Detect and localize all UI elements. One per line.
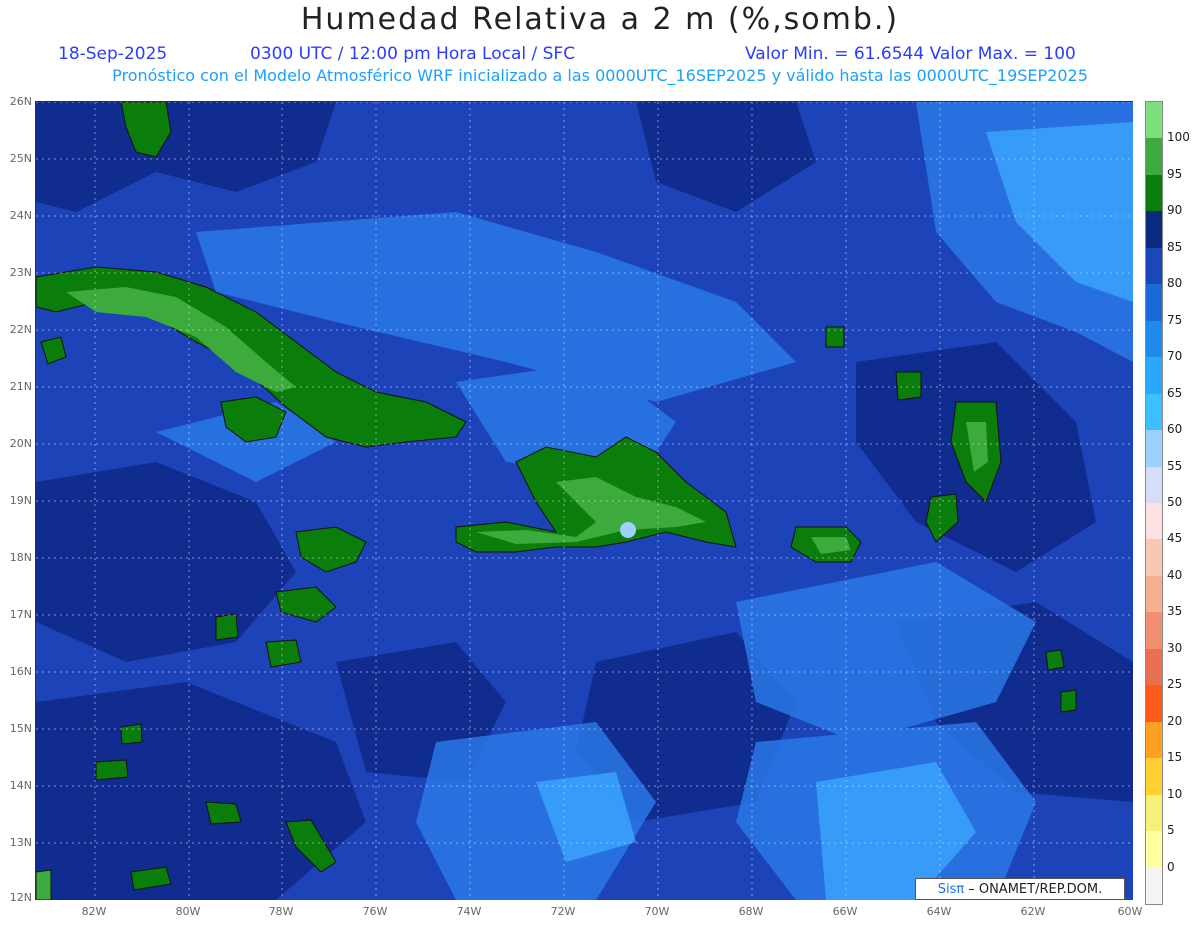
lon-label: 70W (644, 905, 670, 918)
map-canvas (36, 102, 1133, 900)
lat-label: 21N (9, 380, 32, 393)
color-legend-label: 80 (1167, 276, 1183, 291)
lat-label: 16N (9, 665, 32, 678)
lon-label: 78W (268, 905, 294, 918)
color-legend-bar (1145, 101, 1163, 905)
lat-label: 22N (9, 323, 32, 336)
color-legend-label: 5 (1167, 823, 1175, 838)
forecast-date: 18-Sep-2025 (58, 44, 168, 64)
color-legend-label: 45 (1167, 531, 1183, 546)
color-legend-swatch (1146, 320, 1162, 358)
color-legend-swatch (1146, 430, 1162, 467)
bright-spot (620, 522, 636, 538)
color-legend-swatch (1146, 247, 1162, 285)
color-legend-swatch (1146, 174, 1162, 212)
lon-label: 82W (81, 905, 107, 918)
color-legend-swatch (1146, 503, 1162, 540)
color-legend-label: 60 (1167, 422, 1183, 437)
color-legend-swatch (1146, 211, 1162, 248)
color-legend-label: 25 (1167, 677, 1183, 692)
color-legend-label: 55 (1167, 458, 1183, 473)
color-legend-label: 40 (1167, 567, 1183, 582)
color-legend-swatch (1146, 831, 1162, 868)
lat-label: 19N (9, 494, 32, 507)
lon-label: 68W (738, 905, 764, 918)
lat-label: 20N (9, 437, 32, 450)
color-legend-label: 85 (1167, 239, 1183, 254)
lat-label: 14N (9, 779, 32, 792)
lon-label: 72W (550, 905, 576, 918)
lat-label: 25N (9, 152, 32, 165)
lon-label: 80W (175, 905, 201, 918)
color-legend-swatch (1146, 612, 1162, 649)
color-legend-label: 50 (1167, 495, 1183, 509)
color-legend-label: 30 (1167, 640, 1183, 655)
credit-box: Sisπ – ONAMET/REP.DOM. (915, 878, 1125, 900)
color-legend-swatch (1146, 102, 1162, 139)
color-legend-swatch (1146, 721, 1162, 759)
color-legend-swatch (1146, 539, 1162, 576)
color-legend-swatch (1146, 758, 1162, 795)
color-legend-swatch (1146, 393, 1162, 431)
color-legend-label: 35 (1167, 604, 1183, 619)
model-info: Pronóstico con el Modelo Atmosférico WRF… (112, 66, 1088, 85)
lat-label: 15N (9, 722, 32, 735)
color-legend-label: 70 (1167, 349, 1183, 364)
color-legend-label: 20 (1167, 713, 1183, 728)
color-legend-label: 95 (1167, 166, 1183, 181)
color-legend-label: 10 (1167, 786, 1183, 801)
color-legend-swatch (1146, 138, 1162, 175)
lon-label: 66W (832, 905, 858, 918)
color-legend-swatch (1146, 575, 1162, 613)
color-legend-swatch (1146, 648, 1162, 686)
credit-text: – ONAMET/REP.DOM. (968, 881, 1103, 897)
color-legend-swatch (1146, 284, 1162, 321)
lat-label: 17N (9, 608, 32, 621)
lon-label: 62W (1020, 905, 1046, 918)
lon-label: 76W (362, 905, 388, 918)
forecast-time: 0300 UTC / 12:00 pm Hora Local / SFC (250, 44, 576, 64)
map-title: Humedad Relativa a 2 m (%,somb.) (300, 2, 900, 37)
color-legend-label: 100 (1167, 130, 1190, 145)
sispi-logo: Sisπ (937, 881, 965, 897)
lat-label: 18N (9, 551, 32, 564)
color-legend-label: 15 (1167, 750, 1183, 765)
color-legend-label: 65 (1167, 385, 1183, 400)
color-legend-label: 75 (1167, 312, 1183, 327)
lat-label: 13N (9, 836, 32, 849)
color-legend-label: 0 (1167, 859, 1175, 874)
lon-label: 60W (1117, 905, 1143, 918)
color-legend-swatch (1146, 357, 1162, 394)
humidity-map (35, 101, 1133, 900)
color-legend-swatch (1146, 466, 1162, 503)
color-legend-swatch (1146, 685, 1162, 722)
color-legend-swatch (1146, 794, 1162, 832)
lat-label: 12N (9, 891, 32, 904)
lat-label: 26N (9, 95, 32, 108)
lat-label: 23N (9, 266, 32, 279)
lon-label: 74W (456, 905, 482, 918)
lat-label: 24N (9, 209, 32, 222)
lon-label: 64W (926, 905, 952, 918)
color-legend-label: 90 (1167, 203, 1183, 218)
color-legend-swatch (1146, 867, 1162, 904)
min-max-values: Valor Min. = 61.6544 Valor Max. = 100 (745, 44, 1076, 64)
